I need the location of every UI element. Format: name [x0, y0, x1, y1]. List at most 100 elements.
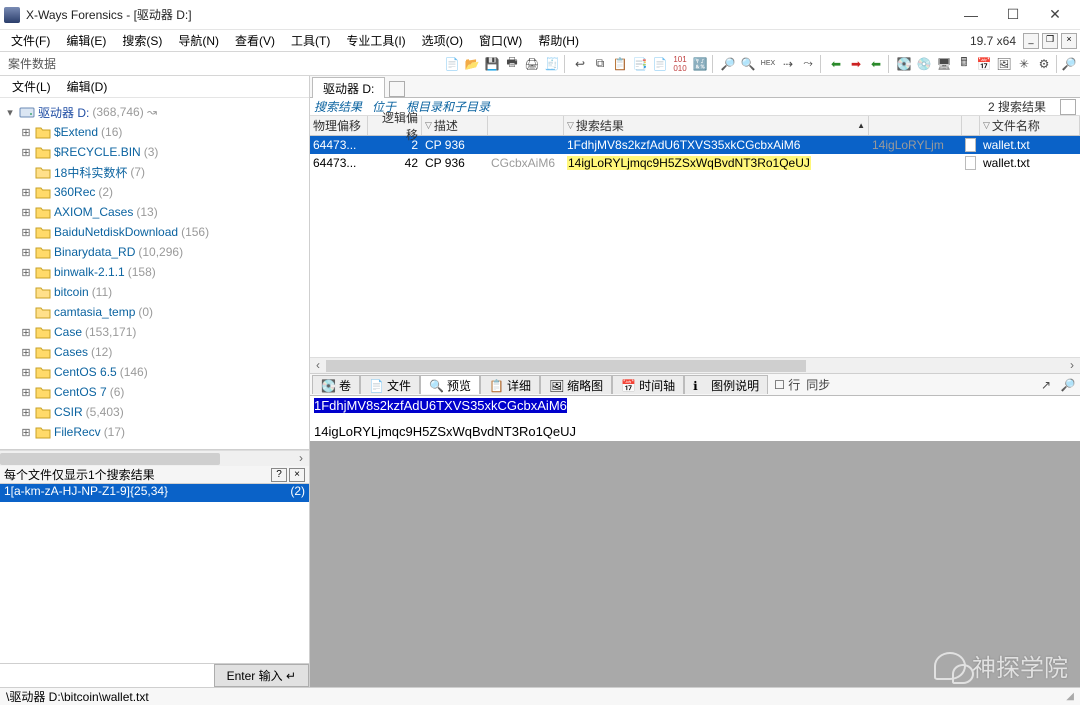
row-toggle[interactable]: ☐ 行: [774, 376, 800, 393]
crumb-scope[interactable]: 根目录和子目录: [406, 98, 490, 115]
properties-icon[interactable]: 🧾: [543, 55, 561, 73]
print-icon[interactable]: 🖶: [503, 55, 521, 73]
nav-up-icon[interactable]: ⬅: [867, 55, 885, 73]
menu-search[interactable]: 搜索(S): [114, 30, 170, 51]
col-context[interactable]: [488, 116, 564, 135]
tree-item[interactable]: ⊞ FileRecv (17): [2, 422, 307, 442]
menu-file[interactable]: 文件(F): [3, 30, 58, 51]
cal-icon[interactable]: 📅: [975, 55, 993, 73]
open-icon[interactable]: 📂: [463, 55, 481, 73]
result-row[interactable]: 64473... 42 CP 936 CGcbxAiM6 14igLoRYLjm…: [310, 154, 1080, 172]
tree-item[interactable]: ⊞ AXIOM_Cases (13): [2, 202, 307, 222]
tree-item[interactable]: ⊞ $Extend (16): [2, 122, 307, 142]
copy-icon[interactable]: ⧉: [591, 55, 609, 73]
tree-view[interactable]: ▾ 驱动器 D: (368,746) ↝ ⊞ $Extend (16) ⊞ $R…: [0, 98, 309, 450]
tree-item[interactable]: ⊞ BaiduNetdiskDownload (156): [2, 222, 307, 242]
nav-fwd-icon[interactable]: ➡: [847, 55, 865, 73]
hex-icon[interactable]: 101010: [671, 55, 689, 73]
shade-close-button[interactable]: ×: [1061, 33, 1077, 49]
ram-icon[interactable]: 🖥: [935, 55, 953, 73]
copy3-icon[interactable]: 📄: [651, 55, 669, 73]
shade-restore-button[interactable]: ❐: [1042, 33, 1058, 49]
gear-icon[interactable]: ⚙: [1035, 55, 1053, 73]
enter-button[interactable]: Enter 输入 ↵: [214, 664, 309, 687]
star-icon[interactable]: ✳: [1015, 55, 1033, 73]
menu-options[interactable]: 选项(O): [414, 30, 471, 51]
tree-item[interactable]: bitcoin (11): [2, 282, 307, 302]
new-icon[interactable]: 📄: [443, 55, 461, 73]
col-tail[interactable]: [869, 116, 962, 135]
grid-body[interactable]: 64473... 2 CP 936 1FdhjMV8s2kzfAdU6TXVS3…: [310, 136, 1080, 357]
preview-find-icon[interactable]: 🔎: [1058, 376, 1078, 394]
decode-icon[interactable]: 🔣: [691, 55, 709, 73]
help-button[interactable]: ?: [271, 468, 287, 482]
goto2-icon[interactable]: ⤳: [799, 55, 817, 73]
disk-icon[interactable]: 💽: [895, 55, 913, 73]
col-physical-offset[interactable]: 物理偏移: [310, 116, 368, 135]
tree-item[interactable]: ⊞ CSIR (5,403): [2, 402, 307, 422]
menu-help[interactable]: 帮助(H): [530, 30, 587, 51]
disk2-icon[interactable]: 💿: [915, 55, 933, 73]
tree-item[interactable]: ⊞ $RECYCLE.BIN (3): [2, 142, 307, 162]
tab-preview[interactable]: 🔍预览: [420, 375, 480, 394]
search-term-row[interactable]: 1[a-km-zA-HJ-NP-Z1-9]{25,34} (2): [0, 484, 309, 502]
menu-tools[interactable]: 工具(T): [283, 30, 338, 51]
calc-icon[interactable]: 🖩: [955, 55, 973, 73]
sync-toggle[interactable]: 同步: [806, 376, 830, 393]
menu-nav[interactable]: 导航(N): [170, 30, 227, 51]
paste-icon[interactable]: 📋: [611, 55, 629, 73]
tab-drive-d[interactable]: 驱动器 D:: [312, 77, 385, 98]
col-filename[interactable]: ▽文件名称: [980, 116, 1080, 135]
tab-thumbnail[interactable]: 🖼缩略图: [540, 375, 612, 394]
tab-legend[interactable]: ℹ图例说明: [684, 375, 768, 394]
tree-item[interactable]: ⊞ CentOS 7 (6): [2, 382, 307, 402]
save-icon[interactable]: 💾: [483, 55, 501, 73]
close-panel-button[interactable]: ×: [289, 468, 305, 482]
preview-tool1-icon[interactable]: ↗: [1036, 376, 1056, 394]
col-logical-offset[interactable]: 逻辑偏移: [368, 116, 422, 135]
tab-file[interactable]: 📄文件: [360, 375, 420, 394]
tree-item[interactable]: ⊞ binwalk-2.1.1 (158): [2, 262, 307, 282]
tree-item[interactable]: 18中科实数杯 (7): [2, 162, 307, 182]
find-hex-icon[interactable]: HEX: [759, 55, 777, 73]
search-term-list[interactable]: 1[a-km-zA-HJ-NP-Z1-9]{25,34} (2): [0, 484, 309, 663]
crumb-results[interactable]: 搜索结果: [314, 98, 362, 115]
col-search-result[interactable]: ▽搜索结果▲: [564, 116, 869, 135]
tree-item[interactable]: camtasia_temp (0): [2, 302, 307, 322]
resize-grip-icon[interactable]: ◢: [1066, 691, 1074, 702]
menu-edit[interactable]: 编辑(E): [58, 30, 114, 51]
img-icon[interactable]: 🖼: [995, 55, 1013, 73]
tree-scrollbar[interactable]: ‹›: [0, 450, 309, 466]
tree-item[interactable]: ⊞ Binarydata_RD (10,296): [2, 242, 307, 262]
tree-item[interactable]: ⊞ Case (153,171): [2, 322, 307, 342]
preview-pane[interactable]: 1FdhjMV8s2kzfAdU6TXVS35xkCGcbxAiM6 14igL…: [310, 396, 1080, 687]
crumb-tool-icon[interactable]: [1060, 99, 1076, 115]
tab-tool-icon[interactable]: [389, 81, 405, 97]
col-description[interactable]: ▽描述: [422, 116, 488, 135]
minimize-button[interactable]: —: [950, 1, 992, 29]
nav-back-icon[interactable]: ⬅: [827, 55, 845, 73]
tree-item[interactable]: ⊞ 360Rec (2): [2, 182, 307, 202]
find-icon[interactable]: 🔎: [719, 55, 737, 73]
left-menu-file[interactable]: 文件(L): [4, 78, 59, 95]
menu-window[interactable]: 窗口(W): [471, 30, 530, 51]
result-row[interactable]: 64473... 2 CP 936 1FdhjMV8s2kzfAdU6TXVS3…: [310, 136, 1080, 154]
tree-item[interactable]: ⊞ Cases (12): [2, 342, 307, 362]
col-file-icon[interactable]: [962, 116, 980, 135]
tab-detail[interactable]: 📋详细: [480, 375, 540, 394]
back-icon[interactable]: ↩: [571, 55, 589, 73]
grid-scrollbar[interactable]: ‹›: [310, 357, 1080, 373]
menu-view[interactable]: 查看(V): [227, 30, 283, 51]
tree-item[interactable]: ⊞ CentOS 6.5 (146): [2, 362, 307, 382]
print2-icon[interactable]: 🖨: [523, 55, 541, 73]
find-text-icon[interactable]: 🔍: [739, 55, 757, 73]
tab-timeline[interactable]: 📅时间轴: [612, 375, 684, 394]
close-button[interactable]: ✕: [1034, 1, 1076, 29]
shade-min-button[interactable]: _: [1023, 33, 1039, 49]
left-menu-edit[interactable]: 编辑(D): [59, 78, 116, 95]
tree-root[interactable]: ▾ 驱动器 D: (368,746) ↝: [2, 102, 307, 122]
menu-pro[interactable]: 专业工具(I): [338, 30, 413, 51]
tab-volume[interactable]: 💽卷: [312, 375, 360, 394]
maximize-button[interactable]: ☐: [992, 1, 1034, 29]
goto-icon[interactable]: ⇢: [779, 55, 797, 73]
